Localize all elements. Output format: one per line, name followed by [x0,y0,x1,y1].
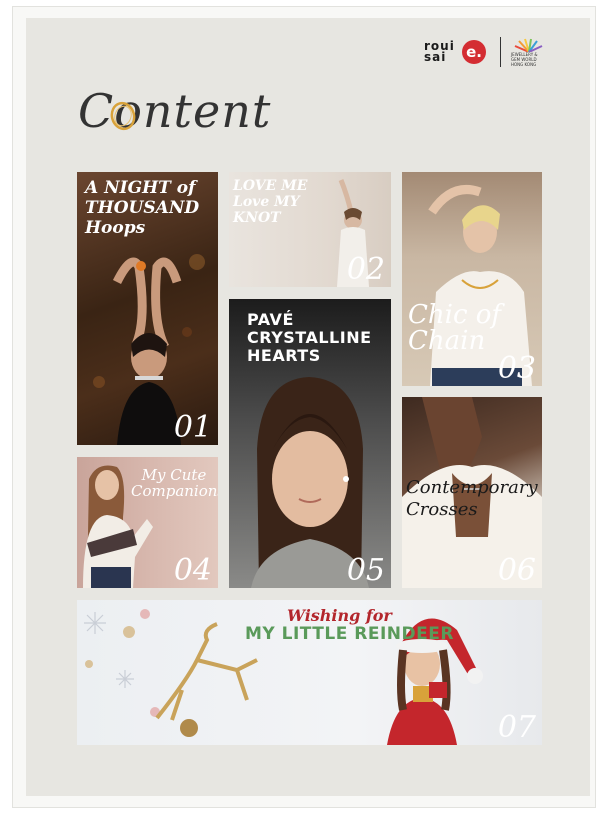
tile-06-caption: Contemporary Crosses [406,477,538,520]
tile-01[interactable]: A NIGHT of THOUSAND Hoops 01 [77,172,218,445]
sunburst-icon [514,38,543,52]
reindeer-ornament-icon [155,622,258,721]
tile-05-caption: PAVÉ CRYSTALLINE HEARTS [247,310,372,365]
tile-06-number: 06 [497,553,536,588]
tile-05-number: 05 [346,553,385,588]
tile-04-number: 04 [173,553,212,588]
tile-01-number: 01 [173,410,212,445]
tile-07-caption: MY LITTLE REINDEER [245,624,454,644]
tile-06[interactable]: Contemporary Crosses 06 [402,397,542,588]
tile-07-number: 07 [497,710,536,745]
logo-divider [500,37,501,67]
tile-01-caption: A NIGHT of THOUSAND Hoops [85,178,200,238]
tile-05[interactable]: PAVÉ CRYSTALLINE HEARTS 05 [229,299,391,588]
brand-logos: roui sai e. JEWELLERY & GEM WORLD HONG K… [424,34,547,70]
rouisai-logo: roui sai [424,39,455,64]
tile-02[interactable]: LOVE ME Love MY KNOT 02 [229,172,391,287]
partner-logo-text: JEWELLERY & GEM WORLD HONG KONG [511,51,538,67]
snowflake-icon [84,612,134,688]
tile-02-caption: LOVE ME Love MY KNOT [233,178,308,226]
tile-03[interactable]: Chic of Chain 03 [402,172,542,386]
tile-04-caption: My Cute Companions [131,466,218,500]
tile-07-script-caption: Wishing for [287,606,392,625]
tile-04[interactable]: My Cute Companions 04 [77,457,218,588]
tile-03-number: 03 [497,351,536,386]
tile-03-caption: Chic of Chain [408,300,502,356]
tile-07[interactable]: Wishing for MY LITTLE REINDEER 07 [77,600,542,745]
page-title: Content [78,84,272,138]
gold-ring-icon [110,101,136,131]
jewellery-gem-world-logo: JEWELLERY & GEM WORLD HONG KONG [511,38,547,67]
brand-badge-icon: e. [462,40,486,64]
tile-02-number: 02 [346,252,385,287]
